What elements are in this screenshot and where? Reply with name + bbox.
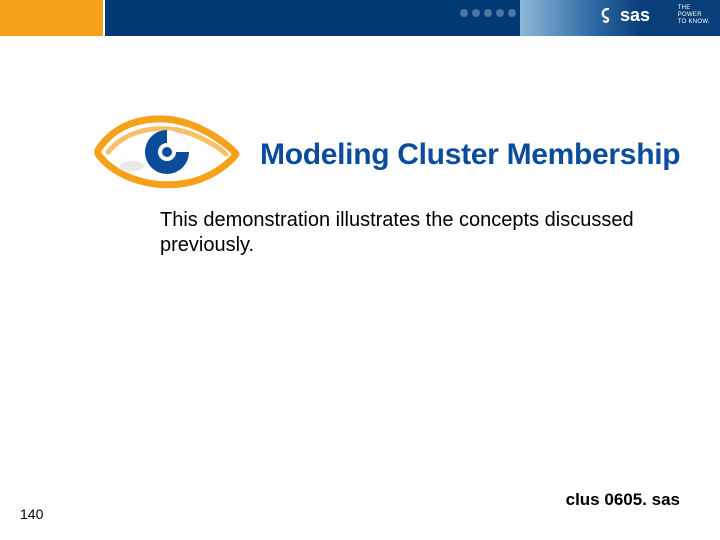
brand-tagline: THE POWER TO KNOW. [678,5,710,26]
eye-icon [92,112,242,197]
dot-icon [472,9,480,17]
tagline-line: TO KNOW. [678,19,710,26]
pager-dots [460,9,516,17]
slide: sas THE POWER TO KNOW. Modeling Cluster … [0,0,720,540]
dot-icon [484,9,492,17]
dot-icon [460,9,468,17]
sas-logo: sas [599,5,650,26]
tagline-line: THE [678,5,710,12]
filename-label: clus 0605. sas [566,490,680,510]
top-bar: sas THE POWER TO KNOW. [0,0,720,36]
tagline-line: POWER [678,12,710,19]
page-number: 140 [20,506,43,522]
brand-text: sas [620,5,650,26]
accent-block [0,0,105,36]
slide-title: Modeling Cluster Membership [260,138,680,172]
slide-body: This demonstration illustrates the conce… [160,208,640,258]
dot-icon [496,9,504,17]
dot-icon [508,9,516,17]
